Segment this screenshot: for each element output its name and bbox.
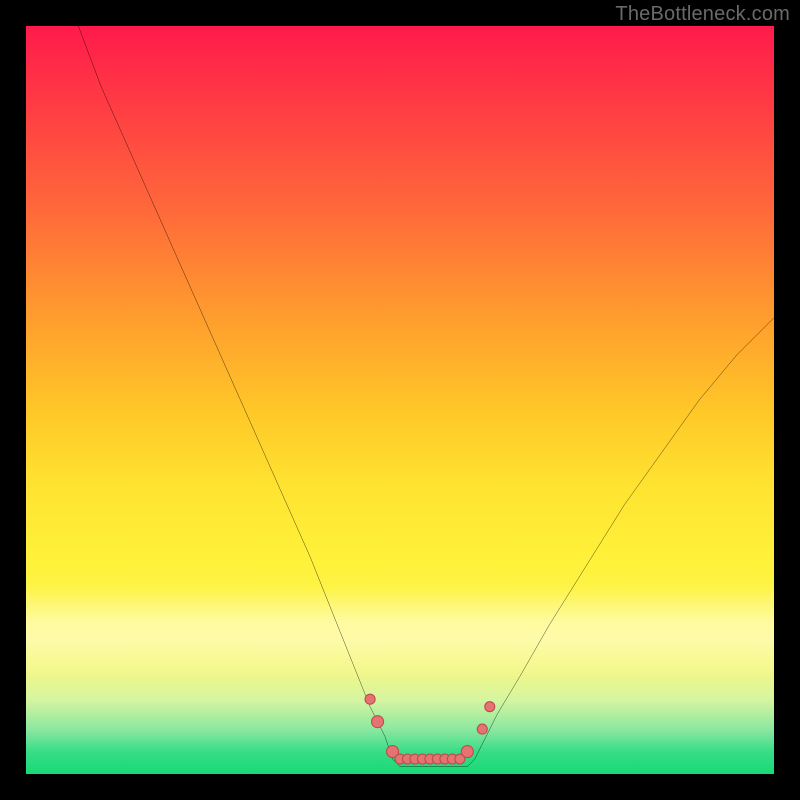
chart-frame: TheBottleneck.com [0, 0, 800, 800]
marker-dot [365, 694, 375, 704]
marker-dot [461, 746, 473, 758]
right-branch-line [475, 318, 774, 759]
marker-dot [372, 716, 384, 728]
marker-dot [485, 702, 495, 712]
curve-layer [26, 26, 774, 774]
marker-dot [477, 724, 487, 734]
curve-group [78, 26, 774, 767]
marker-cluster [365, 694, 495, 764]
plot-area [26, 26, 774, 774]
attribution-label: TheBottleneck.com [615, 3, 790, 26]
left-branch-line [78, 26, 392, 759]
